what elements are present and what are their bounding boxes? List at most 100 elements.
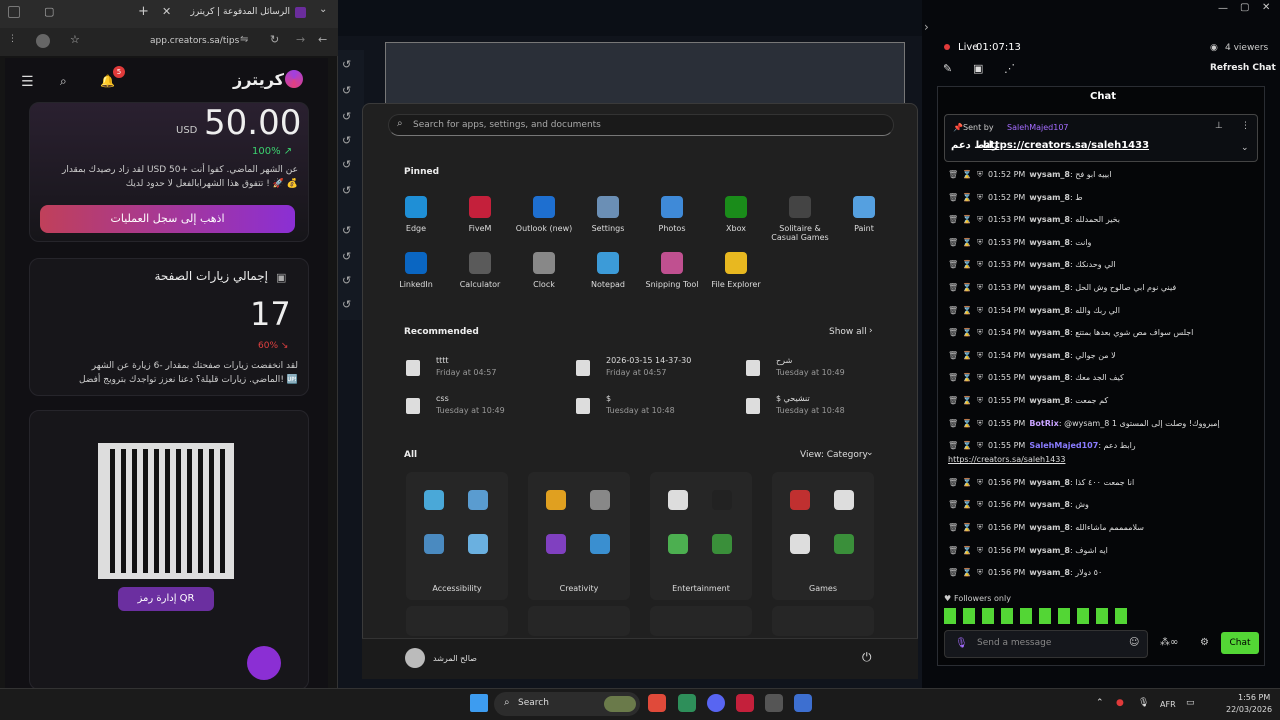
- message-username[interactable]: wysam_8: [1029, 328, 1070, 337]
- recommended-item[interactable]: $ Tuesday at 10:48: [576, 392, 726, 422]
- timeout-icon[interactable]: ⌛: [962, 238, 972, 247]
- obs-icon[interactable]: [765, 694, 783, 712]
- tab-title[interactable]: الرسائل المدفوعة | كريترز: [180, 7, 290, 17]
- timeout-icon[interactable]: ⌛: [962, 351, 972, 360]
- tray-app-icon[interactable]: ●: [1116, 698, 1124, 708]
- pinned-link[interactable]: https://creators.sa/saleh1433: [983, 140, 1149, 151]
- message-username[interactable]: BotRix: [1029, 419, 1058, 428]
- pinned-app[interactable]: Outlook (new): [512, 196, 576, 233]
- emoji-icon[interactable]: ☺: [1129, 637, 1139, 648]
- minimize-icon[interactable]: —: [1218, 3, 1228, 14]
- stream-icon[interactable]: ▣: [973, 62, 983, 75]
- back-icon[interactable]: ←: [318, 33, 327, 46]
- category-folder[interactable]: Creativity: [528, 472, 630, 600]
- refresh-icon[interactable]: ↺: [342, 58, 351, 71]
- message-username[interactable]: wysam_8: [1029, 170, 1070, 179]
- timeout-icon[interactable]: ⌛: [962, 546, 972, 555]
- category-folder[interactable]: Accessibility: [406, 472, 508, 600]
- square-icon[interactable]: ▢: [44, 5, 54, 18]
- category-folder[interactable]: [772, 606, 874, 636]
- delete-icon[interactable]: 🗑: [948, 215, 958, 224]
- app-icon[interactable]: [678, 694, 696, 712]
- site-logo[interactable]: كريترز: [233, 70, 284, 89]
- delete-icon[interactable]: 🗑: [948, 396, 958, 405]
- message-username[interactable]: wysam_8: [1029, 396, 1070, 405]
- user-avatar[interactable]: [405, 648, 425, 668]
- recommended-item[interactable]: tttt Friday at 04:57: [406, 354, 556, 384]
- hamburger-menu-icon[interactable]: ☰: [21, 74, 34, 90]
- chevron-down-icon[interactable]: ⌄: [1241, 143, 1249, 153]
- pinned-user[interactable]: SalehMajed107: [1007, 123, 1069, 132]
- category-folder[interactable]: [406, 606, 508, 636]
- chat-input[interactable]: 🎙 Send a message ☺: [944, 630, 1148, 658]
- delete-icon[interactable]: 🗑: [948, 441, 958, 450]
- message-username[interactable]: wysam_8: [1029, 215, 1070, 224]
- message-username[interactable]: wysam_8: [1029, 238, 1070, 247]
- share-icon[interactable]: ⋰: [1004, 62, 1015, 75]
- delete-icon[interactable]: 🗑: [948, 283, 958, 292]
- timeout-icon[interactable]: ⌛: [962, 260, 972, 269]
- delete-icon[interactable]: 🗑: [948, 546, 958, 555]
- refresh-icon[interactable]: ↺: [342, 84, 351, 97]
- timeout-icon[interactable]: ⌛: [962, 193, 972, 202]
- message-username[interactable]: wysam_8: [1029, 351, 1070, 360]
- refresh-icon[interactable]: ↺: [342, 274, 351, 287]
- category-folder[interactable]: [650, 606, 752, 636]
- category-folder[interactable]: Entertainment: [650, 472, 752, 600]
- message-username[interactable]: wysam_8: [1029, 306, 1070, 315]
- timeout-icon[interactable]: ⌛: [962, 568, 972, 577]
- delete-icon[interactable]: 🗑: [948, 568, 958, 577]
- delete-icon[interactable]: 🗑: [948, 500, 958, 509]
- message-username[interactable]: wysam_8: [1029, 283, 1070, 292]
- timeout-icon[interactable]: ⌛: [962, 523, 972, 532]
- chevron-up-icon[interactable]: ⌃: [1096, 698, 1104, 708]
- users-icon[interactable]: ⁂∞: [1160, 637, 1178, 648]
- pinned-app[interactable]: FiveM: [448, 196, 512, 233]
- mic-icon[interactable]: 🎙: [1138, 698, 1149, 708]
- windows-start-icon[interactable]: [470, 694, 488, 712]
- timeout-icon[interactable]: ⌛: [962, 396, 972, 405]
- delete-icon[interactable]: 🗑: [948, 351, 958, 360]
- show-all-button[interactable]: Show all: [829, 327, 867, 337]
- refresh-icon[interactable]: ↺: [342, 298, 351, 311]
- profile-icon[interactable]: [36, 34, 50, 48]
- pinned-app[interactable]: Notepad: [576, 252, 640, 289]
- user-name[interactable]: صالح المرشد: [433, 654, 477, 663]
- pinned-app[interactable]: Calculator: [448, 252, 512, 289]
- message-link[interactable]: https://creators.sa/saleh1433: [948, 455, 1248, 469]
- category-folder[interactable]: Games: [772, 472, 874, 600]
- refresh-icon[interactable]: ↺: [342, 224, 351, 237]
- recommended-item[interactable]: css Tuesday at 10:49: [406, 392, 556, 422]
- discord-icon[interactable]: [707, 694, 725, 712]
- url-text[interactable]: app.creators.sa/tips: [150, 36, 239, 46]
- timeout-icon[interactable]: ⌛: [962, 215, 972, 224]
- pinned-app[interactable]: Solitaire & Casual Games: [768, 196, 832, 242]
- timeout-icon[interactable]: ⌛: [962, 478, 972, 487]
- message-username[interactable]: wysam_8: [1029, 546, 1070, 555]
- maximize-icon[interactable]: ▢: [1240, 2, 1249, 13]
- star-icon[interactable]: ☆: [70, 33, 80, 46]
- manage-qr-button[interactable]: إدارة رمز QR: [118, 587, 214, 611]
- recommended-item[interactable]: $ تنشيحي Tuesday at 10:48: [746, 392, 896, 422]
- site-settings-icon[interactable]: ⇋: [240, 34, 248, 45]
- chrome-icon[interactable]: [648, 694, 666, 712]
- pinned-app[interactable]: Clock: [512, 252, 576, 289]
- language-indicator[interactable]: AFR: [1160, 700, 1176, 709]
- network-icon[interactable]: ▭: [1186, 698, 1195, 708]
- recommended-item[interactable]: شرح Tuesday at 10:49: [746, 354, 896, 384]
- power-icon[interactable]: ⏻: [862, 650, 872, 665]
- message-username[interactable]: SalehMajed107: [1029, 441, 1098, 450]
- refresh-icon[interactable]: ↺: [342, 134, 351, 147]
- pinned-app[interactable]: LinkedIn: [384, 252, 448, 289]
- edit-icon[interactable]: ✎: [943, 62, 952, 75]
- search-icon[interactable]: ⌕: [60, 74, 67, 89]
- delete-icon[interactable]: 🗑: [948, 306, 958, 315]
- pinned-app[interactable]: Settings: [576, 196, 640, 233]
- pinned-app[interactable]: Edge: [384, 196, 448, 233]
- start-search-input[interactable]: ⌕ Search for apps, settings, and documen…: [388, 114, 894, 136]
- transactions-button[interactable]: اذهب إلى سجل العمليات: [40, 205, 295, 233]
- delete-icon[interactable]: 🗑: [948, 328, 958, 337]
- timeout-icon[interactable]: ⌛: [962, 283, 972, 292]
- timeout-icon[interactable]: ⌛: [962, 328, 972, 337]
- fivem-icon[interactable]: [736, 694, 754, 712]
